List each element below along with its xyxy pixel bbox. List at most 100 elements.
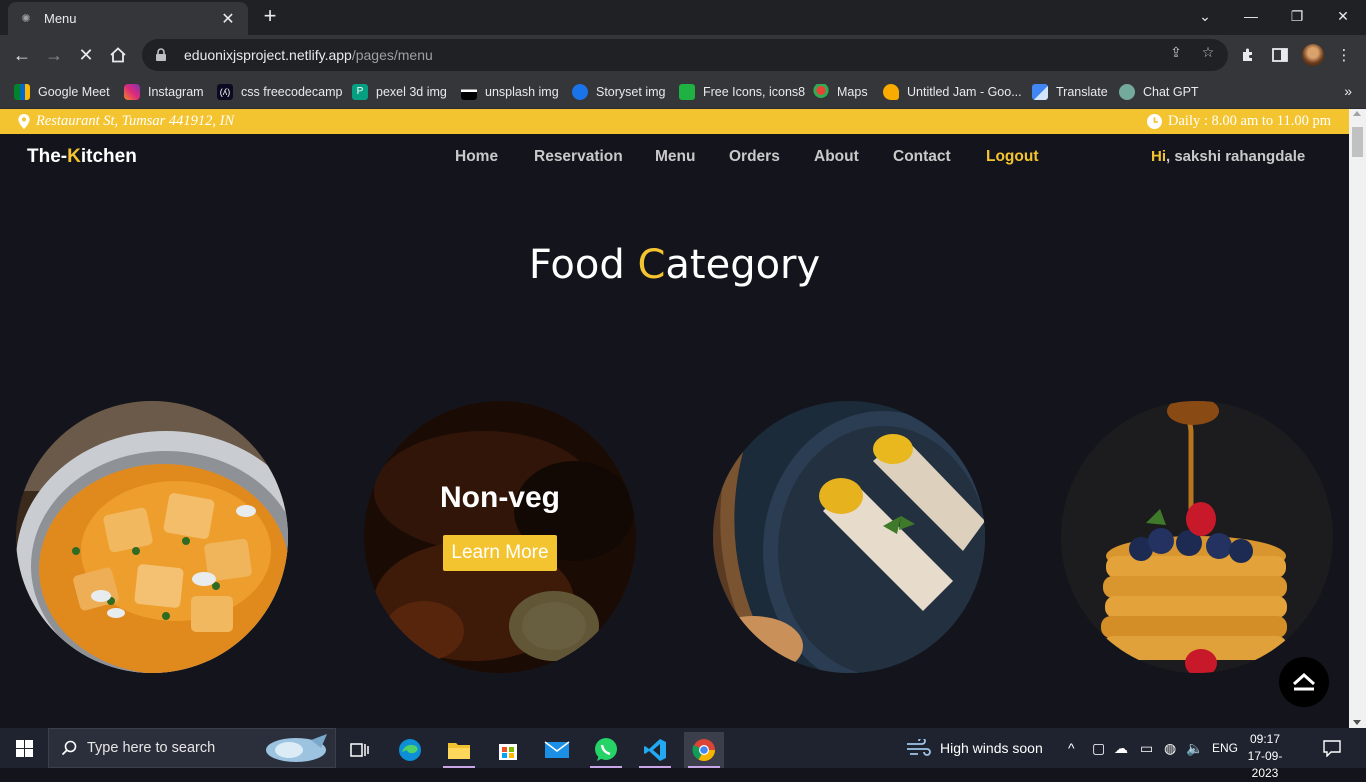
- bookmark-unsplash-img[interactable]: unsplash img: [461, 82, 559, 102]
- category-card-curry[interactable]: [16, 401, 288, 673]
- taskbar-search-box[interactable]: Type here to search: [48, 728, 336, 768]
- bookmark-instagram[interactable]: Instagram: [124, 82, 204, 102]
- browser-toolbar: ← → ✕ eduonixjsproject.netlify.app/pages…: [0, 35, 1366, 75]
- bookmark-label: Translate: [1056, 85, 1108, 99]
- volume-icon[interactable]: 🔈: [1186, 728, 1203, 768]
- restore-button[interactable]: ❐: [1274, 0, 1320, 32]
- search-icon: [61, 740, 77, 756]
- bookmark-star-icon[interactable]: ☆: [1199, 43, 1217, 61]
- notifications-button[interactable]: [1323, 728, 1341, 768]
- profile-avatar[interactable]: [1302, 44, 1324, 66]
- meet-now-icon[interactable]: ▢: [1092, 728, 1105, 768]
- category-card-non-veg[interactable]: Non-veg Learn More: [364, 401, 636, 673]
- wind-icon: [907, 739, 931, 756]
- scroll-to-top-button[interactable]: [1279, 657, 1329, 707]
- vscode-icon: [644, 739, 666, 761]
- tab-search-icon[interactable]: ⌄: [1182, 0, 1228, 32]
- side-panel-icon[interactable]: [1270, 45, 1290, 65]
- taskbar-edge[interactable]: [390, 732, 430, 768]
- clock-icon: [1147, 114, 1163, 129]
- nav-menu[interactable]: Menu: [655, 148, 695, 166]
- logo-accent-letter: K: [67, 146, 81, 167]
- back-button[interactable]: ←: [8, 41, 36, 69]
- wraps-image: [713, 401, 985, 673]
- browser-menu-icon[interactable]: ⋮: [1334, 45, 1354, 65]
- taskbar-vscode[interactable]: [635, 732, 675, 768]
- address-text: Restaurant St, Tumsar 441912, IN: [36, 113, 235, 129]
- weather-widget[interactable]: High winds soon: [906, 728, 1043, 768]
- taskbar-file-explorer[interactable]: [439, 732, 479, 768]
- url-text: eduonixjsproject.netlify.app/pages/menu: [184, 47, 433, 63]
- scroll-up-arrow-icon[interactable]: [1353, 111, 1361, 116]
- category-card-wraps[interactable]: [713, 401, 985, 673]
- stop-loading-button[interactable]: ✕: [72, 41, 100, 69]
- taskbar-mail[interactable]: [537, 732, 577, 768]
- unsplash-icon: [461, 84, 477, 100]
- home-icon: [110, 47, 126, 63]
- more-bookmarks-icon[interactable]: »: [1344, 83, 1352, 99]
- nav-logout[interactable]: Logout: [986, 148, 1039, 166]
- user-greeting: Hi, sakshi rahangdale: [1151, 148, 1305, 165]
- greeting-hi: Hi: [1151, 148, 1166, 165]
- google-meet-icon: [14, 84, 30, 100]
- clock-time: 09:17: [1249, 732, 1281, 746]
- close-tab-icon[interactable]: ✕: [218, 9, 238, 29]
- bookmark-icons8[interactable]: Free Icons, icons8: [679, 82, 805, 102]
- task-view-icon: [350, 743, 369, 757]
- bookmark-google-meet[interactable]: Google Meet: [14, 82, 110, 102]
- tab-title: Menu: [44, 11, 77, 26]
- new-tab-button[interactable]: +: [258, 4, 282, 28]
- extensions-icon[interactable]: [1238, 45, 1258, 65]
- bookmark-label: Instagram: [148, 85, 204, 99]
- logo-part: itchen: [80, 146, 137, 167]
- battery-icon[interactable]: ▭: [1140, 728, 1153, 768]
- taskbar-whatsapp[interactable]: [586, 732, 626, 768]
- maps-icon: [813, 84, 829, 100]
- scroll-down-arrow-icon[interactable]: [1353, 720, 1361, 725]
- network-icon[interactable]: ◍: [1164, 728, 1176, 768]
- browser-tab[interactable]: ✺ Menu ✕: [8, 2, 248, 35]
- minimize-button[interactable]: —: [1228, 0, 1274, 32]
- restaurant-address: Restaurant St, Tumsar 441912, IN: [18, 113, 234, 130]
- bookmark-storyset-img[interactable]: Storyset img: [572, 82, 665, 102]
- category-card-desserts[interactable]: [1061, 401, 1333, 673]
- language-indicator[interactable]: ENG: [1212, 728, 1238, 768]
- page-scrollbar[interactable]: [1349, 109, 1366, 728]
- bookmark-translate[interactable]: Translate: [1032, 82, 1108, 102]
- forward-button[interactable]: →: [40, 41, 68, 69]
- nav-contact[interactable]: Contact: [893, 148, 951, 166]
- close-window-button[interactable]: ✕: [1320, 0, 1366, 32]
- site-logo[interactable]: The-Kitchen: [27, 146, 137, 168]
- icons8-icon: [679, 84, 695, 100]
- nav-about[interactable]: About: [814, 148, 859, 166]
- storyset-icon: [572, 84, 588, 100]
- show-hidden-icons-button[interactable]: ^: [1068, 728, 1075, 768]
- nav-home[interactable]: Home: [455, 148, 498, 166]
- taskbar-chrome[interactable]: [684, 732, 724, 768]
- taskbar-clock[interactable]: 09:17 17-09-2023: [1242, 731, 1288, 782]
- web-page: Restaurant St, Tumsar 441912, IN Daily :…: [0, 109, 1349, 728]
- nav-orders[interactable]: Orders: [729, 148, 780, 166]
- share-icon[interactable]: ⇪: [1167, 43, 1185, 61]
- taskbar-store[interactable]: [488, 732, 528, 768]
- bookmark-untitled-jam[interactable]: Untitled Jam - Goo...: [883, 82, 1022, 102]
- bookmark-chat-gpt[interactable]: Chat GPT: [1119, 82, 1199, 102]
- translate-icon: [1032, 84, 1048, 100]
- bookmark-pexel-3d-img[interactable]: Ppexel 3d img: [352, 82, 447, 102]
- scrollbar-thumb[interactable]: [1352, 127, 1363, 157]
- onedrive-icon[interactable]: ☁: [1114, 728, 1128, 768]
- chevron-up-icon: [1292, 673, 1316, 691]
- nav-reservation[interactable]: Reservation: [534, 148, 623, 166]
- bookmark-maps[interactable]: Maps: [813, 82, 868, 102]
- address-bar[interactable]: eduonixjsproject.netlify.app/pages/menu: [142, 39, 1228, 71]
- task-view-button[interactable]: [340, 732, 380, 768]
- weather-text: High winds soon: [940, 740, 1043, 756]
- start-button[interactable]: [0, 728, 48, 768]
- learn-more-button[interactable]: Learn More: [443, 535, 557, 571]
- curry-image: [16, 401, 288, 673]
- hours-text: Daily : 8.00 am to 11.00 pm: [1168, 113, 1331, 129]
- home-button[interactable]: [104, 41, 132, 69]
- bookmark-css-freecodecamp[interactable]: (ʎ) css freecodecamp: [217, 82, 342, 102]
- windows-logo-icon: [15, 739, 33, 757]
- bookmark-label: Untitled Jam - Goo...: [907, 85, 1022, 99]
